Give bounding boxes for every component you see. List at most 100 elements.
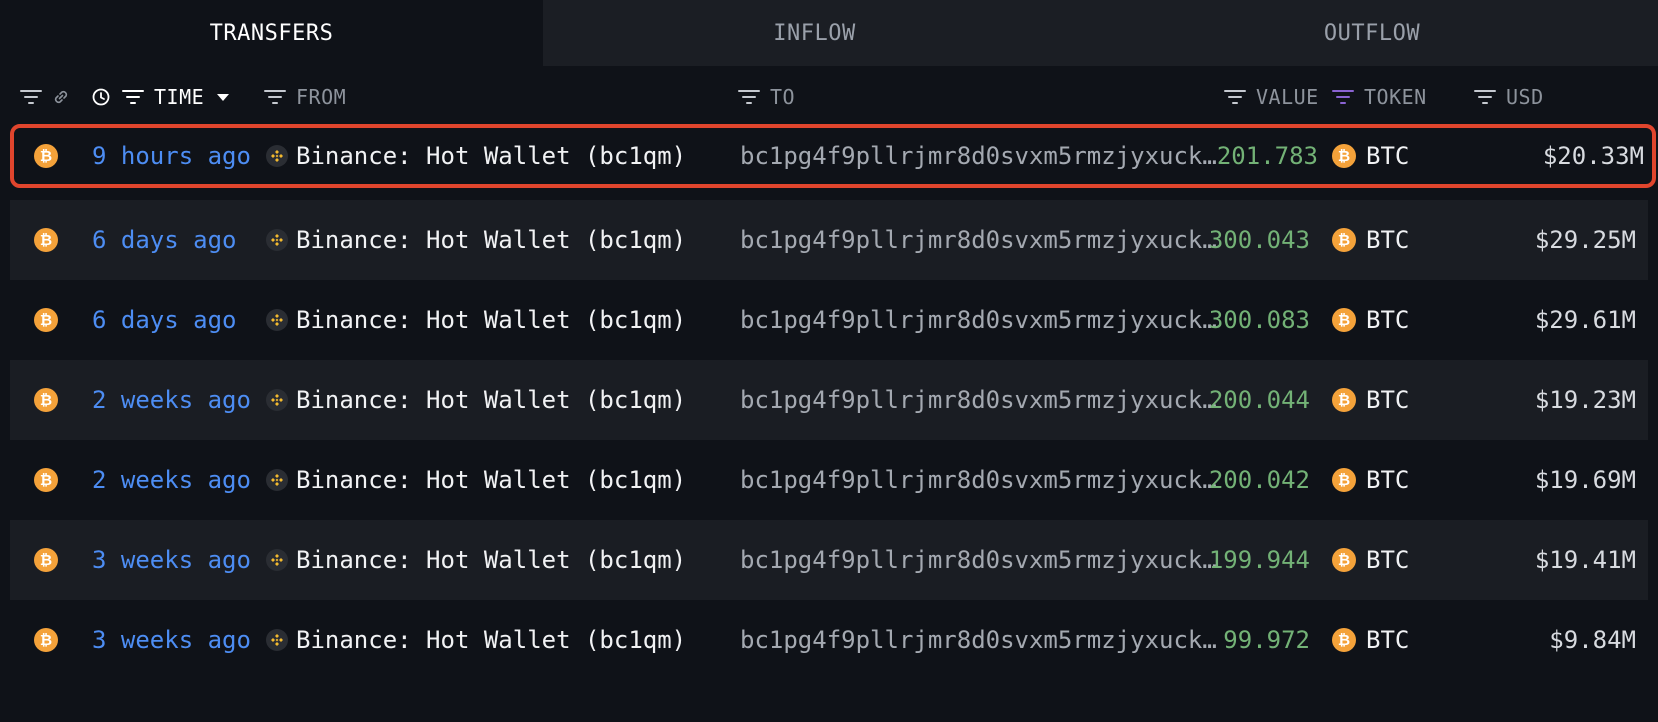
to-address[interactable]: bc1pg4f9pllrjmr8d0svxm5rmzjyxuck… xyxy=(740,520,1217,600)
from-label: Binance: Hot Wallet (bc1qm) xyxy=(296,386,687,414)
chain-cell: ₿ xyxy=(34,128,58,184)
to-address[interactable]: bc1pg4f9pllrjmr8d0svxm5rmzjyxuck… xyxy=(740,200,1217,280)
header-to[interactable]: TO xyxy=(738,66,795,128)
value-amount: 200.042 xyxy=(1208,466,1310,494)
from-entity[interactable]: Binance: Hot Wallet (bc1qm) xyxy=(266,360,686,440)
token-cell[interactable]: ₿ BTC xyxy=(1332,280,1409,360)
from-entity[interactable]: Binance: Hot Wallet (bc1qm) xyxy=(266,600,686,680)
token-cell[interactable]: ₿ BTC xyxy=(1332,440,1409,520)
to-address[interactable]: bc1pg4f9pllrjmr8d0svxm5rmzjyxuck… xyxy=(740,440,1217,520)
from-label: Binance: Hot Wallet (bc1qm) xyxy=(296,546,687,574)
header-time[interactable]: TIME xyxy=(92,66,230,128)
token-symbol: BTC xyxy=(1366,626,1410,654)
chain-cell: ₿ xyxy=(34,440,58,520)
time-link[interactable]: 9 hours ago xyxy=(92,128,251,184)
binance-icon xyxy=(266,145,288,167)
chain-cell: ₿ xyxy=(34,360,58,440)
header-usd[interactable]: USD xyxy=(1474,66,1544,128)
from-label: Binance: Hot Wallet (bc1qm) xyxy=(296,142,687,170)
tab-transfers[interactable]: TRANSFERS xyxy=(0,0,543,66)
token-cell[interactable]: ₿ BTC xyxy=(1332,360,1409,440)
sort-desc-icon[interactable] xyxy=(216,92,230,102)
table-row[interactable]: ₿ 2 weeks ago Binance: Hot Wallet (bc1qm… xyxy=(10,360,1648,440)
to-address[interactable]: bc1pg4f9pllrjmr8d0svxm5rmzjyxuck… xyxy=(740,360,1217,440)
header-chain-filter[interactable] xyxy=(20,66,70,128)
table-row[interactable]: ₿ 9 hours ago Binance: Hot Wallet (bc1qm… xyxy=(10,124,1656,188)
bitcoin-icon: ₿ xyxy=(34,628,58,652)
token-cell[interactable]: ₿ BTC xyxy=(1332,200,1409,280)
to-address[interactable]: bc1pg4f9pllrjmr8d0svxm5rmzjyxuck… xyxy=(740,600,1217,680)
filter-active-icon[interactable] xyxy=(1332,89,1354,105)
table-row[interactable]: ₿ 3 weeks ago Binance: Hot Wallet (bc1qm… xyxy=(10,520,1648,600)
bitcoin-icon: ₿ xyxy=(34,388,58,412)
header-from-label: FROM xyxy=(296,85,347,109)
token-symbol: BTC xyxy=(1366,386,1410,414)
time-link[interactable]: 2 weeks ago xyxy=(92,440,251,520)
filter-icon[interactable] xyxy=(264,89,286,105)
tab-outflow[interactable]: OUTFLOW xyxy=(1086,0,1658,66)
filter-icon[interactable] xyxy=(1224,89,1246,105)
filter-icon[interactable] xyxy=(20,89,42,105)
from-entity[interactable]: Binance: Hot Wallet (bc1qm) xyxy=(266,440,686,520)
value-amount: 300.083 xyxy=(1208,306,1310,334)
filter-icon[interactable] xyxy=(122,89,144,105)
table-row[interactable]: ₿ 3 weeks ago Binance: Hot Wallet (bc1qm… xyxy=(10,600,1648,680)
time-link[interactable]: 6 days ago xyxy=(92,200,237,280)
usd-amount: $20.33M xyxy=(1542,142,1644,170)
clock-icon xyxy=(92,88,110,106)
usd-amount: $29.25M xyxy=(1534,226,1636,254)
time-link[interactable]: 6 days ago xyxy=(92,280,237,360)
header-from[interactable]: FROM xyxy=(264,66,346,128)
from-label: Binance: Hot Wallet (bc1qm) xyxy=(296,226,687,254)
usd-amount: $29.61M xyxy=(1534,306,1636,334)
header-token-label: TOKEN xyxy=(1364,85,1427,109)
to-address[interactable]: bc1pg4f9pllrjmr8d0svxm5rmzjyxuck… xyxy=(740,128,1217,184)
bitcoin-icon: ₿ xyxy=(34,308,58,332)
bitcoin-icon: ₿ xyxy=(34,228,58,252)
token-symbol: BTC xyxy=(1366,226,1410,254)
token-symbol: BTC xyxy=(1366,466,1410,494)
token-cell[interactable]: ₿ BTC xyxy=(1332,128,1409,184)
binance-icon xyxy=(266,629,288,651)
from-entity[interactable]: Binance: Hot Wallet (bc1qm) xyxy=(266,520,686,600)
time-link[interactable]: 3 weeks ago xyxy=(92,520,251,600)
table-row[interactable]: ₿ 6 days ago Binance: Hot Wallet (bc1qm)… xyxy=(10,200,1648,280)
table-row[interactable]: ₿ 2 weeks ago Binance: Hot Wallet (bc1qm… xyxy=(10,440,1648,520)
to-address[interactable]: bc1pg4f9pllrjmr8d0svxm5rmzjyxuck… xyxy=(740,280,1217,360)
time-link[interactable]: 3 weeks ago xyxy=(92,600,251,680)
filter-icon[interactable] xyxy=(1474,89,1496,105)
bitcoin-icon: ₿ xyxy=(1332,228,1356,252)
filter-icon[interactable] xyxy=(738,89,760,105)
bitcoin-icon: ₿ xyxy=(1332,144,1356,168)
header-usd-label: USD xyxy=(1506,85,1544,109)
from-label: Binance: Hot Wallet (bc1qm) xyxy=(296,466,687,494)
header-value[interactable]: VALUE xyxy=(1224,66,1319,128)
chain-cell: ₿ xyxy=(34,280,58,360)
header-token[interactable]: TOKEN xyxy=(1332,66,1427,128)
value-amount: 300.043 xyxy=(1208,226,1310,254)
bitcoin-icon: ₿ xyxy=(1332,628,1356,652)
time-link[interactable]: 2 weeks ago xyxy=(92,360,251,440)
link-icon[interactable] xyxy=(52,88,70,106)
table-row[interactable]: ₿ 6 days ago Binance: Hot Wallet (bc1qm)… xyxy=(10,280,1648,360)
tab-inflow[interactable]: INFLOW xyxy=(543,0,1086,66)
from-entity[interactable]: Binance: Hot Wallet (bc1qm) xyxy=(266,200,686,280)
value-amount: 99.972 xyxy=(1223,626,1310,654)
tab-bar: TRANSFERS INFLOW OUTFLOW xyxy=(0,0,1658,66)
token-cell[interactable]: ₿ BTC xyxy=(1332,520,1409,600)
token-symbol: BTC xyxy=(1366,546,1410,574)
chain-cell: ₿ xyxy=(34,600,58,680)
binance-icon xyxy=(266,229,288,251)
header-to-label: TO xyxy=(770,85,796,109)
from-entity[interactable]: Binance: Hot Wallet (bc1qm) xyxy=(266,128,686,184)
usd-amount: $19.69M xyxy=(1534,466,1636,494)
from-entity[interactable]: Binance: Hot Wallet (bc1qm) xyxy=(266,280,686,360)
token-cell[interactable]: ₿ BTC xyxy=(1332,600,1409,680)
from-label: Binance: Hot Wallet (bc1qm) xyxy=(296,626,687,654)
value-amount: 199.944 xyxy=(1208,546,1310,574)
bitcoin-icon: ₿ xyxy=(1332,388,1356,412)
table-header: TIME FROM TO VALUE TOKEN USD xyxy=(0,66,1658,128)
chain-cell: ₿ xyxy=(34,200,58,280)
usd-amount: $19.41M xyxy=(1534,546,1636,574)
bitcoin-icon: ₿ xyxy=(1332,468,1356,492)
